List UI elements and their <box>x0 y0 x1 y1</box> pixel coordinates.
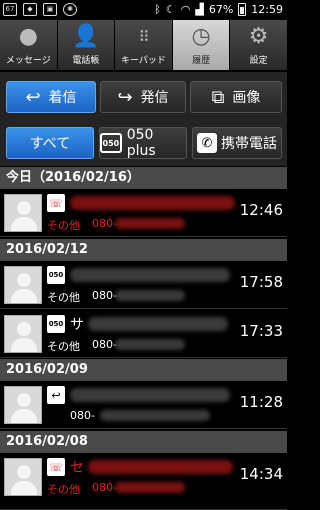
incoming-filter-button[interactable]: ↩ 着信 <box>6 81 96 113</box>
tab-history[interactable]: ◷ 履歴 <box>172 20 231 70</box>
call-log-item[interactable]: ☏ セ その他 080- 14:34 <box>0 453 287 510</box>
number-redacted <box>100 410 210 421</box>
settings-icon: ✺ <box>63 3 77 16</box>
call-log-item[interactable]: ☏ その他 080- 12:46 <box>0 189 287 237</box>
number-label: その他 <box>47 219 80 232</box>
clock-icon: ◷ <box>191 24 211 49</box>
plus050-call-icon: 050 <box>47 266 65 284</box>
tab-label: 履歴 <box>192 56 211 66</box>
date-header: 2016/02/08 <box>0 431 287 453</box>
notification-icon: ◆ <box>23 3 37 16</box>
name-redacted <box>88 460 233 474</box>
moon-icon: ☾ <box>165 3 176 16</box>
phone-number: 080- <box>92 217 117 230</box>
wifi-icon: ◠ <box>180 3 191 16</box>
tab-label: メッセージ <box>5 56 51 66</box>
chat-bubble-icon: ● <box>18 24 38 49</box>
call-time: 11:28 <box>239 393 283 411</box>
tab-settings[interactable]: ⚙ 設定 <box>230 20 287 70</box>
call-time: 17:33 <box>239 322 283 340</box>
mobile-label: 携帯電話 <box>221 136 277 152</box>
avatar <box>4 458 42 496</box>
name-redacted <box>70 196 235 210</box>
call-time: 17:58 <box>239 273 283 291</box>
outgoing-label: 発信 <box>140 90 169 106</box>
name-redacted <box>70 388 230 402</box>
avatar <box>4 315 42 353</box>
keypad-icon: ⠿ <box>138 28 149 46</box>
phone-number: 080- <box>92 289 117 302</box>
notification-count-icon: 67 <box>3 3 17 16</box>
date-header: 2016/02/09 <box>0 359 287 381</box>
plus050-call-icon: 050 <box>47 315 65 333</box>
outgoing-call-icon: ↪ <box>117 86 133 108</box>
number-label: その他 <box>47 340 80 353</box>
outgoing-filter-button[interactable]: ↪ 発信 <box>100 81 186 113</box>
signal-icon: ▟ <box>195 3 204 16</box>
call-log-item[interactable]: 050 サ その他 080- 17:33 <box>0 310 287 358</box>
call-time: 12:46 <box>239 201 283 219</box>
image-icon: ⧉ <box>211 86 225 108</box>
tab-message[interactable]: ● メッセージ <box>0 20 58 70</box>
incoming-call-icon: ↩ <box>47 386 65 404</box>
number-redacted <box>115 218 185 229</box>
call-log-item[interactable]: 050 その他 080- 17:58 <box>0 261 287 309</box>
phone-icon: ✆ <box>197 133 217 153</box>
incoming-label: 着信 <box>48 90 77 106</box>
avatar <box>4 386 42 424</box>
filter-row-direction: ↩ 着信 ↪ 発信 ⧉ 画像 <box>0 72 287 120</box>
call-log-item[interactable]: ↩ 080- 11:28 <box>0 381 287 429</box>
status-bar: 67 ◆ ▣ ✺ ᛒ ☾ ◠ ▟ 67% 12:59 <box>0 0 287 20</box>
contact-name: サ <box>70 317 84 333</box>
missed-call-icon: ☏ <box>47 458 65 476</box>
tab-phonebook[interactable]: 👤 電話帳 <box>57 20 116 70</box>
date-header: 2016/02/12 <box>0 239 287 261</box>
tab-label: 電話帳 <box>72 56 100 66</box>
plus050-filter-button[interactable]: 050 050 plus <box>99 127 187 159</box>
name-redacted <box>88 317 228 331</box>
plus050-label: 050 plus <box>126 127 156 159</box>
image-label: 画像 <box>232 90 261 106</box>
avatar <box>4 194 42 232</box>
phone-number: 080- <box>92 338 117 351</box>
avatar <box>4 266 42 304</box>
filter-row-line: すべて 050 050 plus ✆ 携帯電話 <box>0 120 287 166</box>
person-icon: 👤 <box>72 24 100 49</box>
incoming-call-icon: ↩ <box>25 86 41 108</box>
clock: 12:59 <box>251 3 283 16</box>
phone-number: 080- <box>70 409 95 422</box>
number-redacted <box>115 339 185 350</box>
battery-percent: 67% <box>208 3 234 16</box>
top-tab-bar: ● メッセージ 👤 電話帳 ⠿ キーパッド ◷ 履歴 ⚙ 設定 <box>0 20 287 70</box>
mobile-filter-button[interactable]: ✆ 携帯電話 <box>192 127 282 159</box>
number-label: その他 <box>47 483 80 496</box>
plus050-icon: 050 <box>100 133 122 153</box>
image-filter-button[interactable]: ⧉ 画像 <box>190 81 282 113</box>
missed-call-icon: ☏ <box>47 194 65 212</box>
all-label: すべて <box>29 136 71 152</box>
battery-icon <box>238 3 247 16</box>
tab-keypad[interactable]: ⠿ キーパッド <box>115 20 173 70</box>
name-redacted <box>70 268 230 282</box>
call-time: 14:34 <box>239 465 283 483</box>
number-redacted <box>115 482 185 493</box>
number-label: その他 <box>47 291 80 304</box>
contact-name: セ <box>70 460 84 476</box>
tab-label: キーパッド <box>121 56 166 66</box>
image-icon: ▣ <box>43 3 57 16</box>
gear-icon: ⚙ <box>248 24 269 49</box>
number-redacted <box>115 290 185 301</box>
tab-label: 設定 <box>249 56 268 66</box>
all-filter-button[interactable]: すべて <box>6 127 94 159</box>
phone-number: 080- <box>92 481 117 494</box>
bluetooth-icon: ᛒ <box>154 3 161 16</box>
date-header: 今日（2016/02/16） <box>0 167 287 189</box>
